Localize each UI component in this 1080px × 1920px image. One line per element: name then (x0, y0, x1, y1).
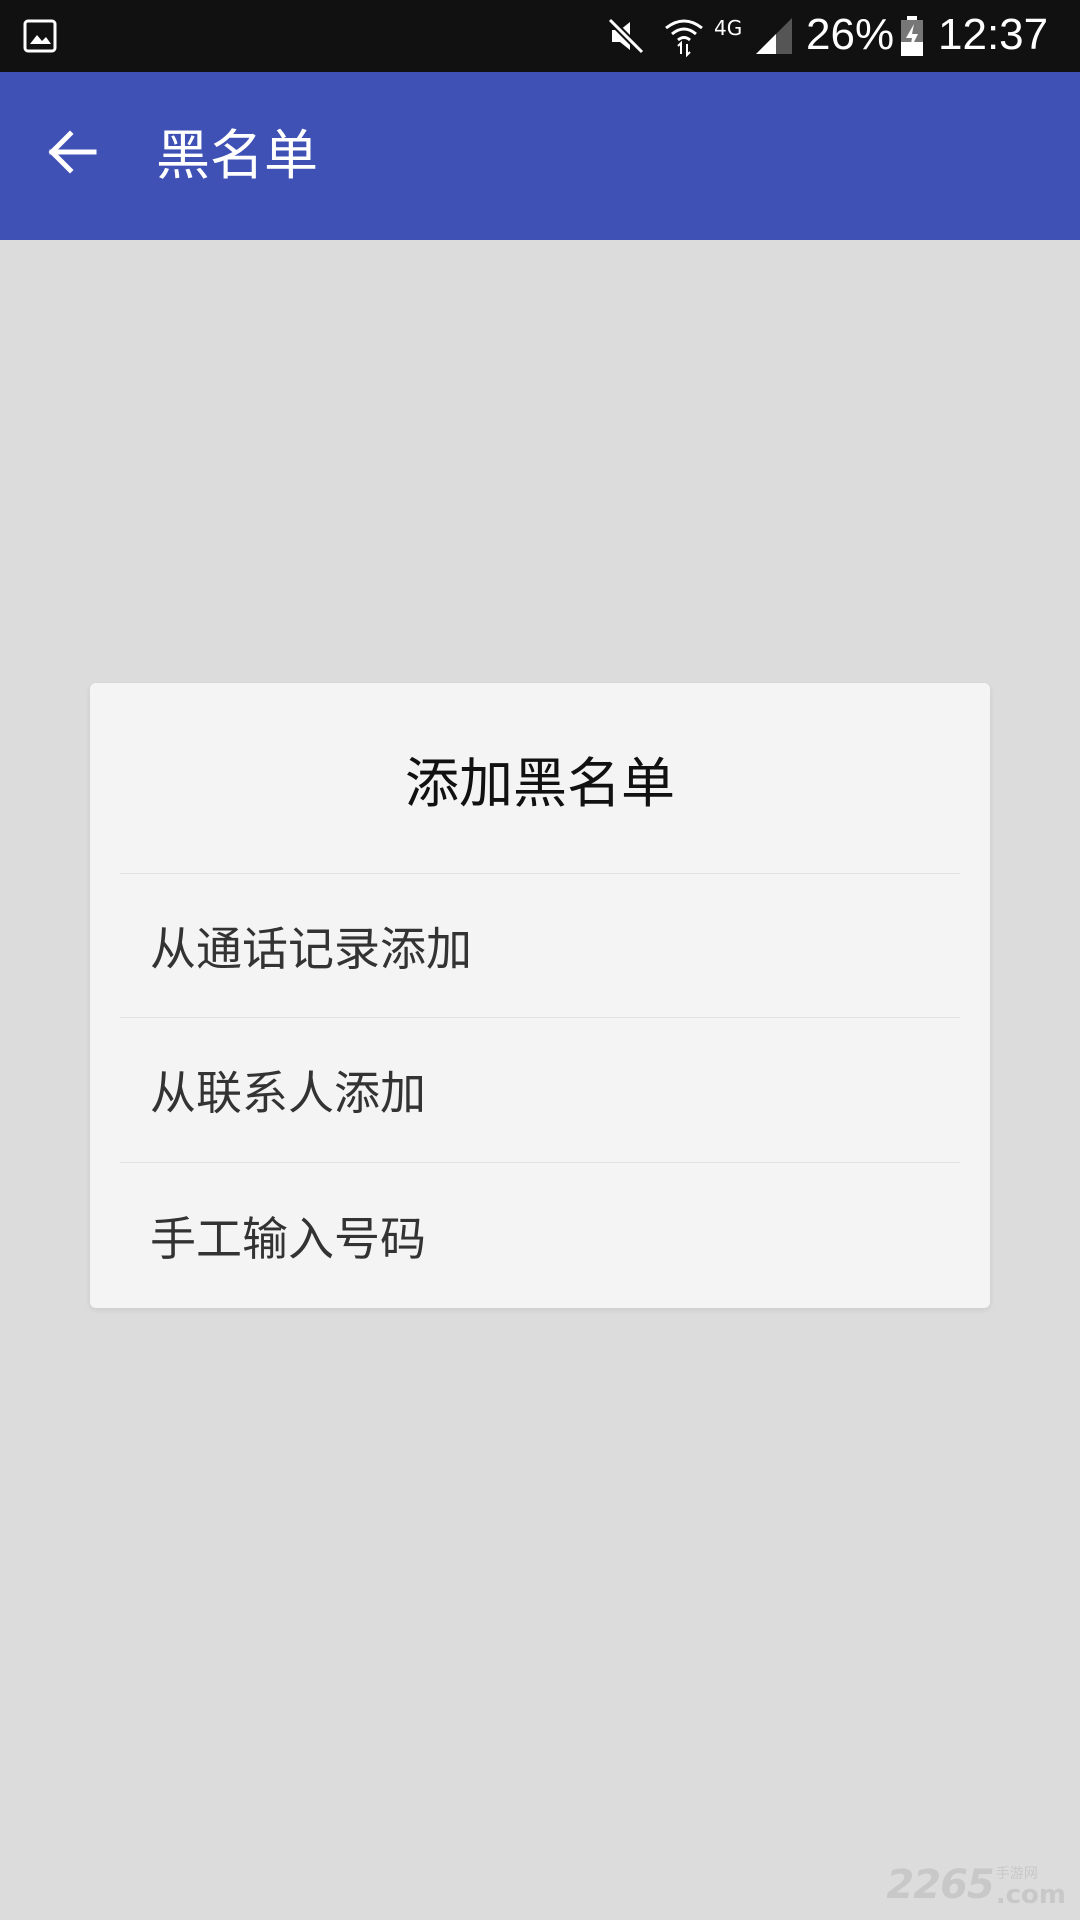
arrow-left-icon (46, 126, 98, 182)
network-type-label: 4G (714, 16, 743, 40)
mute-icon (604, 14, 648, 58)
clock-time: 12:37 (938, 10, 1049, 59)
dialog-title: 添加黑名单 (405, 751, 675, 815)
signal-icon (752, 14, 796, 58)
watermark-domain: .com (995, 1880, 1066, 1910)
page-title: 黑名单 (156, 124, 318, 187)
battery-percent: 26% (806, 10, 895, 59)
watermark-logo: 2265 手游网 .com (886, 1862, 1066, 1908)
manual-input-number-option[interactable]: 手工输入号码 (120, 1163, 960, 1308)
watermark-number: 2265 (886, 1862, 994, 1908)
image-icon (22, 18, 58, 54)
add-blacklist-dialog: 添加黑名单 从通话记录添加 从联系人添加 手工输入号码 (90, 683, 990, 1308)
back-button[interactable] (30, 112, 114, 196)
battery-charging-icon (898, 14, 926, 58)
status-bar: 4G 26% 12:37 (0, 0, 1080, 72)
add-from-call-log-option[interactable]: 从通话记录添加 (120, 874, 960, 1018)
app-bar: 黑名单 (0, 72, 1080, 240)
add-from-contacts-option[interactable]: 从联系人添加 (120, 1018, 960, 1162)
wifi-icon (662, 14, 706, 58)
